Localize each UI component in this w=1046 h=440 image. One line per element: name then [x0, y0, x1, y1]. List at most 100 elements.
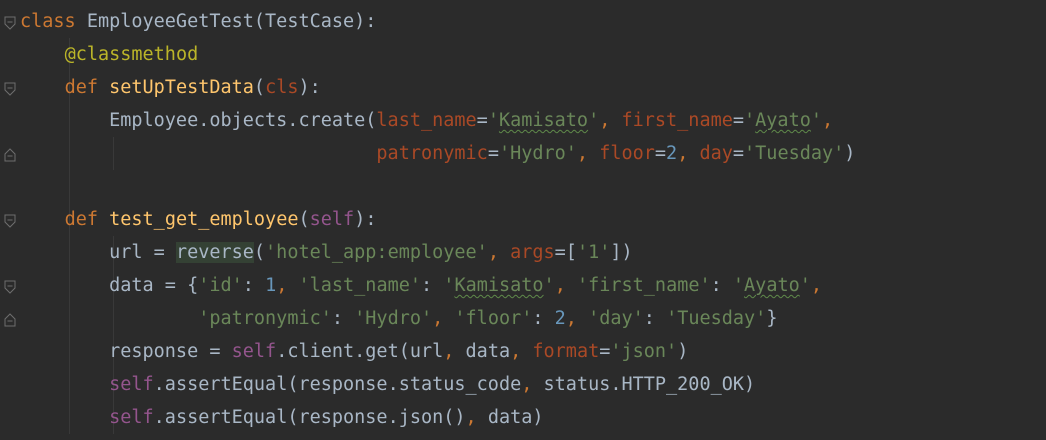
code-token: Ayato: [755, 110, 811, 131]
code-line[interactable]: def test_get_employee(self):: [20, 203, 855, 236]
code-token: reverse: [175, 242, 254, 263]
code-token: status.HTTP_200_OK): [543, 374, 756, 395]
code-token: 'Hydro': [498, 143, 577, 164]
code-token: Kamisato: [454, 275, 544, 296]
code-token: 'first_name': [576, 275, 711, 296]
code-token: self: [231, 341, 277, 362]
code-line[interactable]: Employee.objects.create(last_name='Kamis…: [20, 104, 855, 137]
code-token: def: [64, 77, 110, 98]
code-token: :: [643, 308, 667, 329]
fold-close-icon[interactable]: [4, 312, 16, 327]
code-token: 2: [554, 308, 566, 329]
code-token: 'Hydro': [354, 308, 433, 329]
code-token: test_get_employee: [109, 209, 299, 230]
code-token: last_name: [376, 110, 477, 131]
code-token: args: [510, 242, 555, 263]
code-line[interactable]: def setUpTestData(cls):: [20, 71, 855, 104]
code-token: =: [599, 341, 611, 362]
code-token: ,: [487, 242, 511, 263]
code-token: 1: [265, 275, 277, 296]
code-token: ,: [465, 407, 488, 428]
code-token: 'id': [198, 275, 243, 296]
code-token: 'day': [588, 308, 644, 329]
code-token: =: [732, 110, 745, 131]
code-token: url =: [20, 242, 176, 263]
code-line[interactable]: 'patronymic': 'Hydro', 'floor': 2, 'day'…: [20, 302, 855, 335]
code-token: Kamisato: [498, 110, 589, 131]
code-token: 'Tuesday': [666, 308, 767, 329]
code-token: ,: [554, 275, 577, 296]
code-token: '1': [576, 242, 611, 263]
code-editor[interactable]: class EmployeeGetTest(TestCase): @classm…: [0, 0, 1046, 440]
code-token: ,: [677, 143, 700, 164]
code-token: =[: [554, 242, 577, 263]
code-token: 'json': [610, 341, 678, 362]
code-token: @classmethod: [64, 44, 199, 65]
code-line[interactable]: data = {'id': 1, 'last_name': 'Kamisato'…: [20, 269, 855, 302]
code-token: response =: [20, 341, 232, 362]
editor-gutter: [0, 0, 20, 440]
code-token: day: [699, 143, 733, 164]
code-line[interactable]: self.assertEqual(response.json(), data): [20, 401, 855, 434]
code-token: ):: [354, 209, 377, 230]
code-token: 'patronymic': [198, 308, 332, 329]
fold-open-icon[interactable]: [4, 279, 16, 294]
code-token: ,: [599, 110, 622, 131]
code-token: Ayato: [744, 275, 800, 296]
code-token: setUpTestData: [109, 77, 254, 98]
code-token: ': [810, 110, 822, 131]
code-token: cls: [265, 77, 299, 98]
code-line[interactable]: patronymic='Hydro', floor=2, day='Tuesda…: [20, 137, 855, 170]
fold-close-icon[interactable]: [4, 147, 16, 162]
code-token: ,: [810, 275, 823, 296]
code-token: floor: [599, 143, 655, 164]
code-token: self: [109, 407, 154, 428]
code-token: 'hotel_app:employee': [265, 242, 488, 263]
code-token: self: [309, 209, 355, 230]
code-token: ,: [521, 374, 544, 395]
code-token: =: [732, 143, 745, 164]
code-line[interactable]: @classmethod: [20, 38, 855, 71]
code-token: data): [487, 407, 544, 428]
code-token: 'Tuesday': [744, 143, 845, 164]
code-token: =: [487, 143, 499, 164]
code-text-area[interactable]: class EmployeeGetTest(TestCase): @classm…: [20, 5, 855, 434]
code-token: ,: [576, 143, 600, 164]
code-token: =: [476, 110, 488, 131]
code-token: ': [443, 275, 455, 296]
code-token: self: [109, 374, 154, 395]
code-line[interactable]: url = reverse('hotel_app:employee', args…: [20, 236, 855, 269]
code-line[interactable]: response = self.client.get(url, data, fo…: [20, 335, 855, 368]
code-token: =: [654, 143, 667, 164]
code-token: ]): [610, 242, 633, 263]
code-token: ,: [565, 308, 589, 329]
code-token: .client.get(url: [276, 341, 444, 362]
code-token: }: [766, 308, 778, 329]
code-token: 'last_name': [298, 275, 422, 296]
code-token: :: [532, 308, 555, 329]
code-token: ': [744, 110, 756, 131]
code-token: ,: [276, 275, 299, 296]
code-line[interactable]: class EmployeeGetTest(TestCase):: [20, 5, 855, 38]
code-token: Employee.objects.create(: [20, 110, 377, 131]
code-line[interactable]: [20, 170, 855, 203]
code-token: patronymic: [376, 143, 488, 164]
code-token: ): [677, 341, 689, 362]
fold-open-icon[interactable]: [4, 213, 16, 228]
code-token: class: [20, 11, 87, 32]
fold-open-icon[interactable]: [4, 81, 16, 96]
code-token: (: [253, 242, 266, 263]
code-token: ': [543, 275, 555, 296]
code-line[interactable]: self.assertEqual(response.status_code, s…: [20, 368, 855, 401]
fold-open-icon[interactable]: [4, 15, 16, 30]
code-token: :: [242, 275, 266, 296]
code-token: ,: [822, 110, 834, 131]
code-token: :: [710, 275, 733, 296]
